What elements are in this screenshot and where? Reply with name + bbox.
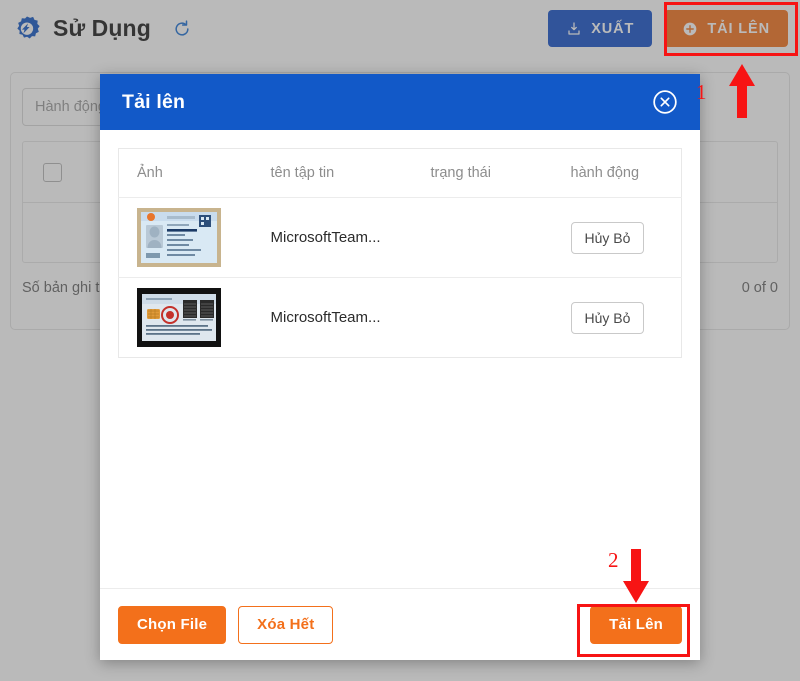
id-card-front-thumbnail-icon[interactable] <box>137 208 221 267</box>
id-card-back-thumbnail-icon[interactable] <box>137 288 221 347</box>
upload-submit-button[interactable]: Tải Lên <box>590 605 682 644</box>
column-header-image: Ảnh <box>118 148 271 198</box>
upload-table-head: Ảnh tên tập tin trạng thái hành động <box>118 148 682 198</box>
cell-action: Hủy Bỏ <box>570 197 682 278</box>
cancel-file-button[interactable]: Hủy Bỏ <box>570 221 645 254</box>
column-header-status: trạng thái <box>430 148 571 198</box>
modal-header: Tải lên <box>100 74 700 130</box>
cell-filename: MicrosoftTeam... <box>270 197 431 278</box>
cell-status <box>430 197 571 278</box>
choose-file-button[interactable]: Chọn File <box>118 605 227 644</box>
annotation-step-2-number: 2 <box>608 548 619 572</box>
modal-body: Ảnh tên tập tin trạng thái hành động Mic… <box>100 130 700 588</box>
clear-all-button[interactable]: Xóa Hết <box>238 605 334 644</box>
table-row: MicrosoftTeam... Hủy Bỏ <box>118 197 682 278</box>
cell-status <box>431 278 571 358</box>
cell-image <box>119 278 271 358</box>
modal-title: Tải lên <box>122 90 186 113</box>
file-name-label: MicrosoftTeam... <box>270 228 381 246</box>
modal-footer: Chọn File Xóa Hết Tải Lên <box>100 588 700 660</box>
upload-table-header-row: Ảnh tên tập tin trạng thái hành động <box>118 148 682 198</box>
column-header-filename: tên tập tin <box>270 148 431 198</box>
screenshot-root: Sử Dụng XUẤT TẢI LÊN Hành động Số bản gh… <box>0 0 800 681</box>
cell-filename: MicrosoftTeam... <box>271 278 431 358</box>
close-circle-icon[interactable] <box>652 89 678 115</box>
annotation-step-1-number: 1 <box>696 80 707 104</box>
table-row: MicrosoftTeam... Hủy Bỏ <box>119 278 682 358</box>
cancel-file-button[interactable]: Hủy Bỏ <box>570 301 645 334</box>
column-header-action: hành động <box>570 148 682 198</box>
file-name-label: MicrosoftTeam... <box>270 308 381 326</box>
upload-file-table: Ảnh tên tập tin trạng thái hành động Mic… <box>118 148 682 358</box>
cell-image <box>118 197 271 278</box>
cell-action: Hủy Bỏ <box>570 278 682 358</box>
upload-table-body: MicrosoftTeam... Hủy Bỏ MicrosoftTeam...… <box>118 197 682 358</box>
